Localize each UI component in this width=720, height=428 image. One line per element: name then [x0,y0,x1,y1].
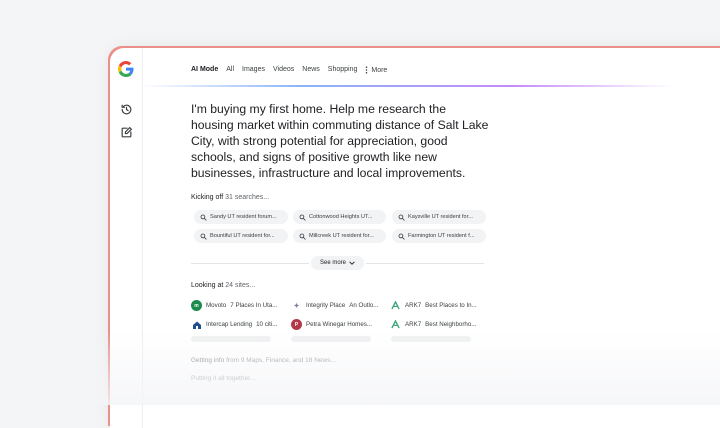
site-card[interactable]: P Petra Winegar Homes... [291,317,386,332]
search-icon [200,214,207,221]
search-icon [299,233,306,240]
new-thread-icon[interactable] [120,126,133,139]
site-title: Best Neighborho... [425,321,477,328]
search-chip-label: Farmington UT resident f... [408,233,475,239]
placeholder-bar [191,336,271,342]
search-chip-label: Sandy UT resident forum... [210,214,277,220]
placeholder-bar [391,336,471,342]
google-logo-icon[interactable] [118,61,134,77]
search-chip[interactable]: Farmington UT resident f... [392,229,486,243]
integrity-place-icon: ✦ [291,300,302,311]
movoto-icon: m [191,300,202,311]
getting-info-rest: from 9 Maps, Finance, and 18 News... [226,357,336,364]
search-chip[interactable]: Bountiful UT resident for... [194,229,288,243]
loading-placeholder-row [191,336,481,344]
search-icon [398,214,405,221]
search-chip-label: Millcreek UT resident for... [309,233,374,239]
placeholder-bar [291,336,371,342]
site-source: Movoto [206,302,227,309]
more-label: More [371,66,388,74]
more-vert-icon [366,66,368,74]
tab-images[interactable]: Images [242,66,265,74]
site-title: 7 Places In Uta... [230,302,278,309]
search-chip-label: Bountiful UT resident for... [210,233,275,239]
search-chip[interactable]: Kaysville UT resident for... [392,210,486,224]
site-source: ARK7 [405,302,422,309]
user-query: I'm buying my first home. Help me resear… [191,102,489,180]
putting-together-status: Putting it all together... [191,375,256,382]
ark7-icon [390,300,401,311]
sites-count: 24 sites... [225,282,256,289]
site-card[interactable]: Intercap Lending 10 citi... [191,317,286,332]
sites-heading: Looking at 24 sites... [191,282,255,289]
getting-info-status: Getting info from 9 Maps, Finance, and 1… [191,357,336,364]
search-chip[interactable]: Cottonwood Heights UT... [293,210,386,224]
house-icon [192,321,201,329]
site-title: Best Places to In... [425,302,477,309]
tab-ai-mode[interactable]: AI Mode [191,66,218,74]
ark7-logo [391,301,400,310]
site-source: ARK7 [405,321,422,328]
site-source: Petra Winegar Homes... [306,321,373,328]
gradient-divider [142,85,672,87]
side-rail [110,48,143,428]
see-more-button[interactable]: See more [311,256,364,270]
searches-heading: Kicking off 31 searches... [191,194,269,201]
site-card[interactable]: ARK7 Best Places to In... [390,298,485,313]
app-window: AI Mode All Images Videos News Shopping … [110,48,720,428]
site-title: 10 citi... [256,321,278,328]
search-icon [200,233,207,240]
site-source: Integrity Place [306,302,346,309]
history-icon[interactable] [120,103,133,116]
search-chip[interactable]: Sandy UT resident forum... [194,210,288,224]
tab-shopping[interactable]: Shopping [328,66,358,74]
see-more-label: See more [319,260,346,266]
tab-all[interactable]: All [226,66,234,74]
search-chip[interactable]: Millcreek UT resident for... [293,229,386,243]
tab-news[interactable]: News [302,66,320,74]
tab-videos[interactable]: Videos [273,66,294,74]
petra-icon: P [291,319,302,330]
site-card[interactable]: m Movoto 7 Places In Uta... [191,298,286,313]
search-icon [398,233,405,240]
search-chip-label: Kaysville UT resident for... [408,214,473,220]
divider-right [366,263,484,264]
searches-count: 31 searches... [225,194,270,201]
searches-prefix: Kicking off [191,194,224,201]
tab-more[interactable]: More [365,66,387,74]
search-icon [299,214,306,221]
chevron-down-icon [349,261,355,265]
site-card[interactable]: ARK7 Best Neighborho... [390,317,485,332]
ark7-icon [390,319,401,330]
site-source: Intercap Lending [206,321,253,328]
site-card[interactable]: ✦ Integrity Place An Outlo... [291,298,386,313]
search-tabs: AI Mode All Images Videos News Shopping … [191,66,387,74]
site-title: An Outlo... [349,302,379,309]
divider-left [191,263,309,264]
intercap-icon [191,319,202,330]
getting-info-prefix: Getting info [191,357,225,364]
ark7-logo [391,320,400,329]
sites-prefix: Looking at [191,282,224,289]
search-chip-label: Cottonwood Heights UT... [309,214,373,220]
